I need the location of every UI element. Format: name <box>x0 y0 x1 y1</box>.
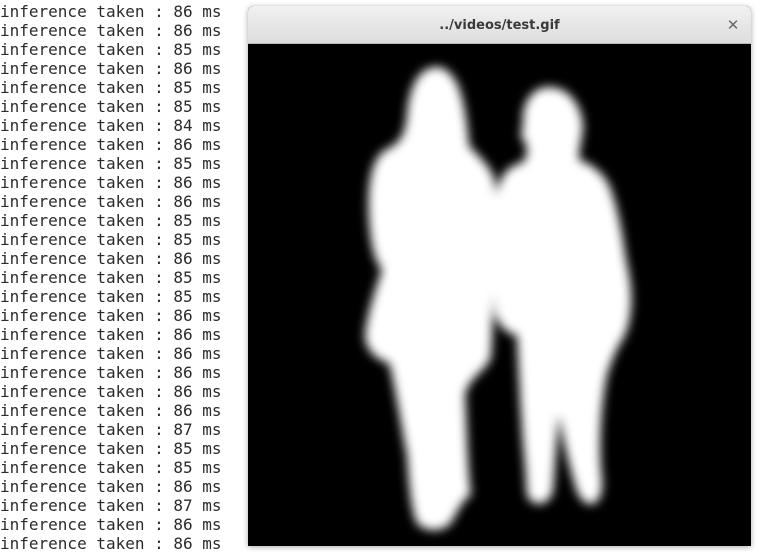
terminal-log-line: inference taken : 86 ms <box>0 401 222 420</box>
terminal-log-line: inference taken : 86 ms <box>0 344 222 363</box>
window-title: ../videos/test.gif <box>439 18 560 33</box>
mask-svg <box>249 45 750 546</box>
window-titlebar[interactable]: ../videos/test.gif ✕ <box>248 6 751 44</box>
terminal-log-line: inference taken : 86 ms <box>0 173 222 192</box>
terminal-log-line: inference taken : 85 ms <box>0 40 222 59</box>
terminal-log-line: inference taken : 85 ms <box>0 97 222 116</box>
terminal-log-line: inference taken : 85 ms <box>0 78 222 97</box>
terminal-log-line: inference taken : 85 ms <box>0 439 222 458</box>
terminal-log-line: inference taken : 85 ms <box>0 230 222 249</box>
terminal-output: inference taken : 86 ms inference taken :… <box>0 2 222 553</box>
terminal-log-line: inference taken : 85 ms <box>0 211 222 230</box>
terminal-log-line: inference taken : 85 ms <box>0 287 222 306</box>
terminal-log-line: inference taken : 86 ms <box>0 534 222 553</box>
image-viewer-window[interactable]: ../videos/test.gif ✕ <box>248 6 751 546</box>
terminal-log-line: inference taken : 86 ms <box>0 135 222 154</box>
terminal-log-line: inference taken : 86 ms <box>0 192 222 211</box>
terminal-log-line: inference taken : 86 ms <box>0 59 222 78</box>
terminal-log-line: inference taken : 86 ms <box>0 249 222 268</box>
terminal-log-line: inference taken : 87 ms <box>0 496 222 515</box>
terminal-log-line: inference taken : 86 ms <box>0 2 222 21</box>
terminal-log-line: inference taken : 86 ms <box>0 363 222 382</box>
terminal-log-line: inference taken : 86 ms <box>0 515 222 534</box>
terminal-log-line: inference taken : 87 ms <box>0 420 222 439</box>
terminal-log-line: inference taken : 86 ms <box>0 382 222 401</box>
terminal-log-line: inference taken : 85 ms <box>0 268 222 287</box>
terminal-log-line: inference taken : 86 ms <box>0 477 222 496</box>
terminal-log-line: inference taken : 86 ms <box>0 306 222 325</box>
terminal-log-line: inference taken : 85 ms <box>0 154 222 173</box>
terminal-log-line: inference taken : 86 ms <box>0 21 222 40</box>
segmentation-mask-image <box>249 45 750 546</box>
close-icon[interactable]: ✕ <box>723 15 743 35</box>
terminal-log-line: inference taken : 85 ms <box>0 458 222 477</box>
terminal-log-line: inference taken : 84 ms <box>0 116 222 135</box>
terminal-log-line: inference taken : 86 ms <box>0 325 222 344</box>
